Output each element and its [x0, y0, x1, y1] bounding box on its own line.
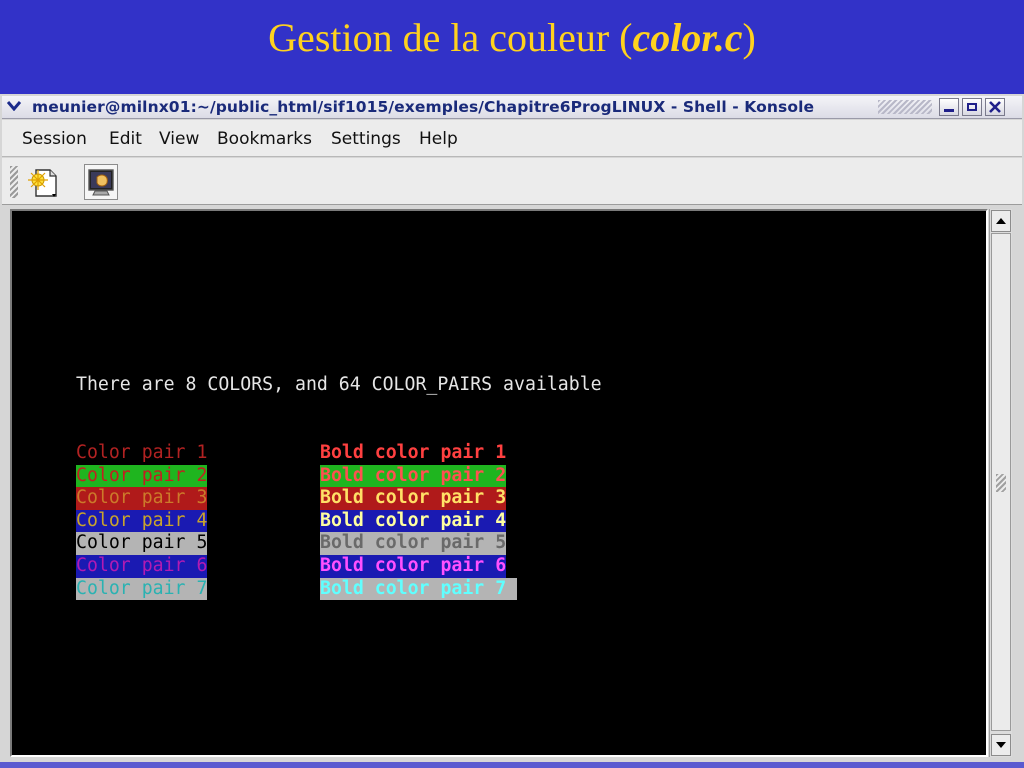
slide-title-prefix: Gestion de la couleur ( [268, 15, 633, 60]
minimize-icon[interactable] [939, 98, 959, 116]
color-pair-label: Color pair 6 [76, 554, 208, 578]
menu-help[interactable]: Help [419, 129, 458, 149]
terminal-output: There are 8 COLORS, and 64 COLOR_PAIRS a… [76, 329, 602, 601]
chevron-down-icon[interactable] [6, 99, 22, 115]
titlebar-decoration [878, 100, 932, 114]
color-pair-row: Color pair 4 Bold color pair 4 [76, 509, 507, 533]
slide-title-code: color.c [632, 15, 743, 60]
window-title: meunier@milnx01:~/public_html/sif1015/ex… [32, 98, 815, 116]
menu-settings[interactable]: Settings [331, 129, 401, 149]
bold-color-pair-label: Bold color pair 4 [320, 509, 507, 533]
konsole-window: meunier@milnx01:~/public_html/sif1015/ex… [0, 94, 1024, 768]
window-bottom-edge [0, 762, 1024, 768]
color-pair-row: Color pair 1 Bold color pair 1 [76, 442, 506, 465]
scroll-down-arrow-icon[interactable] [991, 734, 1011, 756]
scrollbar-thumb[interactable] [991, 233, 1011, 731]
menu-session[interactable]: Session [22, 129, 87, 149]
terminal-header-line: There are 8 COLORS, and 64 COLOR_PAIRS a… [76, 374, 602, 397]
menu-view[interactable]: View [159, 129, 199, 149]
color-pair-row: Color pair 5 Bold color pair 5 [76, 532, 507, 555]
bold-color-pair-label: Bold color pair 5 [320, 532, 507, 555]
slide-title: Gestion de la couleur (color.c) [0, 12, 1024, 64]
menu-bookmarks[interactable]: Bookmarks [217, 129, 312, 149]
vertical-scrollbar[interactable] [989, 209, 1012, 757]
window-titlebar[interactable]: meunier@milnx01:~/public_html/sif1015/ex… [2, 96, 1022, 119]
color-pair-label: Color pair 5 [76, 532, 208, 555]
terminal-area[interactable]: There are 8 COLORS, and 64 COLOR_PAIRS a… [10, 209, 988, 757]
terminal-shell-icon[interactable] [84, 164, 118, 200]
terminal-header-text: There are 8 COLORS, and 64 COLOR_PAIRS a… [76, 374, 602, 396]
maximize-icon[interactable] [962, 98, 982, 116]
color-pair-row: Color pair 7 Bold color pair 7 [76, 577, 518, 601]
menu-edit[interactable]: Edit [109, 129, 142, 149]
toolbar-grip-icon[interactable] [10, 166, 18, 198]
close-icon[interactable] [985, 98, 1005, 116]
color-pair-row: Color pair 2 Bold color pair 2 [76, 464, 507, 488]
bold-color-pair-label: Bold color pair 7 [320, 577, 518, 601]
bold-color-pair-label: Bold color pair 6 [320, 554, 507, 578]
scroll-grip-icon [996, 474, 1006, 492]
color-pair-row: Color pair 3 Bold color pair 3 [76, 487, 507, 510]
color-pair-label: Color pair 4 [76, 509, 208, 533]
color-pair-label: Color pair 3 [76, 487, 208, 510]
color-pair-label: Color pair 7 [76, 577, 208, 601]
color-pair-label: Color pair 2 [76, 464, 208, 488]
toolbar [2, 158, 1022, 205]
bold-color-pair-label: Bold color pair 1 [320, 441, 507, 463]
menubar: Session Edit View Bookmarks Settings Hel… [2, 120, 1022, 157]
new-session-icon[interactable] [26, 164, 60, 200]
color-pair-label: Color pair 1 [76, 441, 208, 463]
bold-color-pair-label: Bold color pair 3 [320, 487, 507, 510]
scroll-up-arrow-icon[interactable] [991, 210, 1011, 232]
bold-color-pair-label: Bold color pair 2 [320, 464, 507, 488]
slide-title-suffix: ) [742, 15, 756, 60]
color-pair-row: Color pair 6 Bold color pair 6 [76, 554, 507, 578]
